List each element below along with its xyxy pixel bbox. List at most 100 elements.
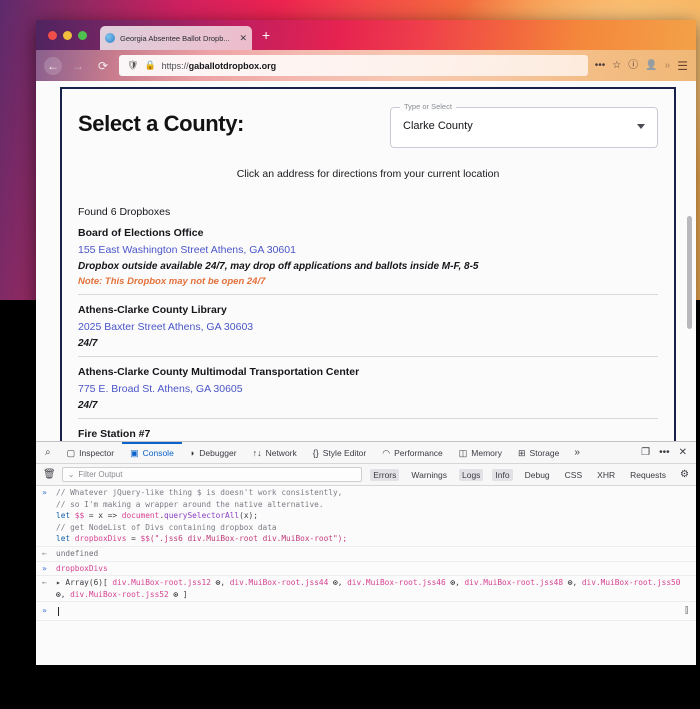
address-bar[interactable]: 🛡 🔒 https://gaballotdropbox.org: [119, 55, 588, 76]
code-variable: dropboxDivs: [75, 534, 127, 543]
maximize-window-button[interactable]: [78, 31, 87, 40]
array-label: Array(6): [65, 578, 103, 587]
county-select[interactable]: Type or Select Clarke County: [390, 107, 658, 148]
output-arrow-icon: ←: [42, 548, 56, 560]
new-tab-button[interactable]: +: [262, 28, 270, 42]
clear-console-icon[interactable]: 🗑: [43, 469, 56, 480]
minimize-window-button[interactable]: [63, 31, 72, 40]
desktop-background: Georgia Absentee Ballot Dropb... ✕ + ← →…: [0, 0, 700, 709]
bookmark-star-icon[interactable]: ☆: [612, 61, 621, 71]
close-icon[interactable]: ✕: [239, 34, 247, 43]
dropbox-item: Fire Station #7 2350 Barnett Shoals Rd A…: [78, 419, 658, 441]
tab-debugger[interactable]: ◗Debugger: [182, 442, 245, 464]
code-keyword: let: [56, 534, 70, 543]
dropbox-item: Athens-Clarke County Multimodal Transpor…: [78, 357, 658, 419]
browser-tab[interactable]: Georgia Absentee Ballot Dropb... ✕: [100, 26, 252, 50]
filter-errors-button[interactable]: Errors: [370, 469, 399, 481]
back-button[interactable]: ←: [44, 57, 62, 75]
dropbox-address-link[interactable]: 775 E. Broad St. Athens, GA 30605: [78, 383, 658, 395]
code-function: querySelectorAll: [164, 511, 239, 520]
dropbox-name: Fire Station #7: [78, 428, 658, 440]
reload-button[interactable]: ⟳: [94, 57, 112, 75]
console-filter-bar: 🗑 ⌄ Filter Output Errors Warnings Logs I…: [36, 464, 696, 486]
storage-icon: ⊞: [518, 442, 526, 464]
array-item[interactable]: div.MuiBox-root.jss52: [70, 590, 169, 599]
element-picker-icon[interactable]: ⌕: [42, 447, 59, 458]
prompt-arrow-icon: »: [42, 605, 56, 617]
dropbox-hours: Dropbox outside available 24/7, may drop…: [78, 261, 658, 272]
meatball-menu-icon[interactable]: •••: [659, 447, 670, 458]
tab-storage[interactable]: ⊞Storage: [510, 442, 567, 464]
array-item[interactable]: div.MuiBox-root.jss50: [582, 578, 681, 587]
overflow-chevron-icon[interactable]: »: [665, 61, 671, 71]
console-settings-gear-icon[interactable]: ⚙: [680, 469, 689, 480]
tab-style-editor[interactable]: {}Style Editor: [305, 442, 374, 464]
more-icon[interactable]: •••: [595, 61, 606, 71]
chevron-down-icon[interactable]: [637, 124, 645, 129]
filter-xhr-button[interactable]: XHR: [594, 469, 618, 481]
account-icon[interactable]: 👤: [645, 61, 657, 71]
tab-network[interactable]: ↑↓Network: [245, 442, 305, 464]
devtools-overflow-icon[interactable]: »: [567, 447, 587, 458]
array-item[interactable]: div.MuiBox-root.jss44: [230, 578, 329, 587]
filter-logs-button[interactable]: Logs: [459, 469, 483, 481]
expand-triangle-icon[interactable]: ▸: [56, 578, 61, 587]
console-filter-buttons: Errors Warnings Logs Info Debug CSS XHR …: [370, 469, 689, 481]
tab-console[interactable]: ▣Console: [122, 442, 182, 464]
filter-debug-button[interactable]: Debug: [522, 469, 553, 481]
devtools-panel: ⌕ ▢Inspector ▣Console ◗Debugger ↑↓Networ…: [36, 441, 696, 665]
tab-title: Georgia Absentee Ballot Dropb...: [120, 34, 234, 43]
url-host: gaballotdropbox.org: [189, 61, 277, 71]
debugger-icon: ◗: [190, 442, 195, 464]
shield-icon[interactable]: 🛡: [127, 60, 138, 71]
filter-warnings-button[interactable]: Warnings: [408, 469, 450, 481]
dropbox-name: Board of Elections Office: [78, 227, 658, 239]
info-icon[interactable]: ⓘ: [628, 61, 638, 71]
forward-button[interactable]: →: [69, 57, 87, 75]
filter-css-button[interactable]: CSS: [562, 469, 585, 481]
close-devtools-icon[interactable]: ✕: [679, 447, 687, 458]
responsive-mode-icon[interactable]: ❐: [641, 447, 650, 458]
array-item[interactable]: div.MuiBox-root.jss12: [112, 578, 211, 587]
array-item[interactable]: div.MuiBox-root.jss48: [464, 578, 563, 587]
filter-requests-button[interactable]: Requests: [627, 469, 669, 481]
tab-performance[interactable]: ◠Performance: [374, 442, 451, 464]
network-icon: ↑↓: [253, 442, 262, 464]
dropbox-address-link[interactable]: 2025 Baxter Street Athens, GA 30603: [78, 321, 658, 333]
tab-memory[interactable]: ◫Memory: [451, 442, 510, 464]
console-output[interactable]: » // Whatever jQuery-like thing $ is doe…: [36, 486, 696, 665]
code-variable: $$: [75, 511, 84, 520]
code-object: document: [122, 511, 160, 520]
text-caret: [58, 607, 59, 616]
dropbox-hours: 24/7: [78, 400, 658, 411]
filter-icon: ⌄: [68, 470, 75, 479]
tab-inspector[interactable]: ▢Inspector: [59, 442, 122, 464]
dropbox-hours: 24/7: [78, 338, 658, 349]
code-comment: // get NodeList of Divs containing dropb…: [56, 523, 277, 532]
console-array-result[interactable]: ▸ Array(6)[ div.MuiBox-root.jss12 ⊙, div…: [56, 577, 688, 600]
devtools-toolbar-right: ❐ ••• ✕: [641, 447, 696, 458]
tab-label: Memory: [471, 442, 502, 464]
lock-icon[interactable]: 🔒: [144, 60, 155, 71]
dropbox-name: Athens-Clarke County Multimodal Transpor…: [78, 366, 658, 378]
array-item[interactable]: div.MuiBox-root.jss46: [347, 578, 446, 587]
filter-info-button[interactable]: Info: [492, 469, 512, 481]
browser-tab-strip: Georgia Absentee Ballot Dropb... ✕ +: [36, 20, 696, 50]
globe-icon: [105, 33, 115, 43]
browser-window: Georgia Absentee Ballot Dropb... ✕ + ← →…: [36, 20, 696, 665]
dropbox-item: Board of Elections Office 155 East Washi…: [78, 218, 658, 295]
close-window-button[interactable]: [48, 31, 57, 40]
filter-output-input[interactable]: ⌄ Filter Output: [62, 467, 362, 482]
window-controls[interactable]: [36, 31, 87, 40]
code-operator: = x =>: [84, 511, 122, 520]
tab-label: Inspector: [79, 442, 114, 464]
dropbox-item: Athens-Clarke County Library 2025 Baxter…: [78, 295, 658, 357]
split-console-icon[interactable]: ⫿: [685, 605, 688, 617]
page-scrollbar[interactable]: [687, 216, 692, 329]
devtools-tab-bar: ⌕ ▢Inspector ▣Console ◗Debugger ↑↓Networ…: [36, 442, 696, 464]
console-prompt[interactable]: » ⫿: [36, 602, 696, 621]
memory-icon: ◫: [459, 442, 468, 464]
code-string: (".jss6 div.MuiBox-root div.MuiBox-root"…: [150, 534, 347, 543]
menu-icon[interactable]: ☰: [677, 59, 688, 73]
dropbox-address-link[interactable]: 155 East Washington Street Athens, GA 30…: [78, 244, 658, 256]
